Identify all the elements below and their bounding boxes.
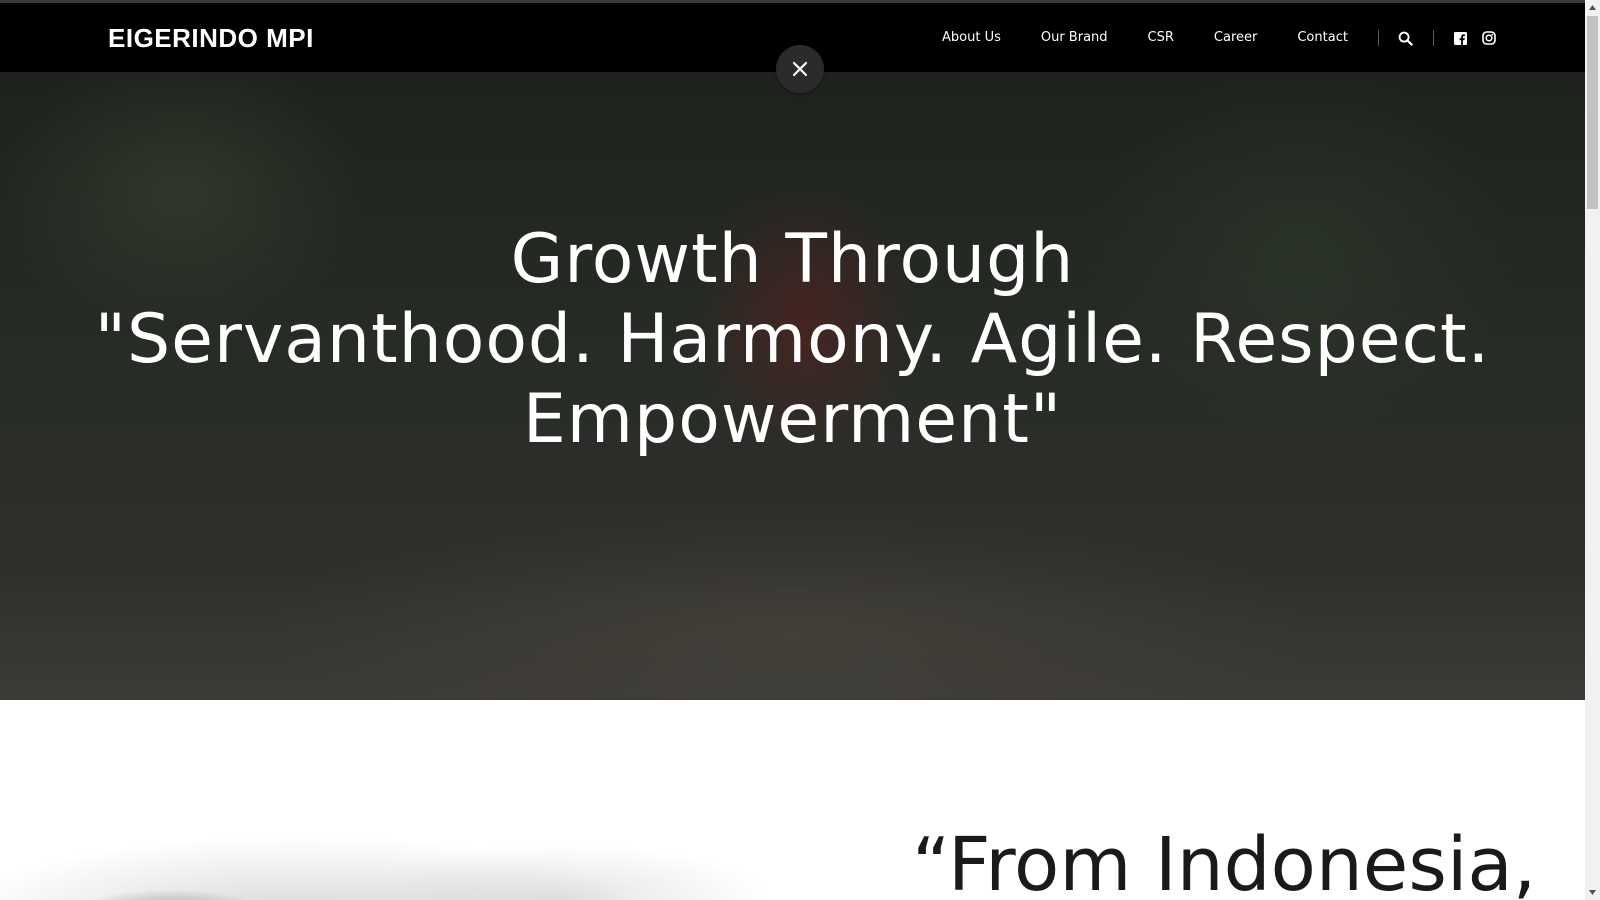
close-icon bbox=[792, 61, 808, 77]
nav-about-us[interactable]: About Us bbox=[942, 25, 1001, 51]
treeline-image bbox=[40, 870, 300, 900]
nav-our-brand[interactable]: Our Brand bbox=[1041, 25, 1108, 51]
scroll-up-arrow[interactable] bbox=[1585, 0, 1600, 15]
facebook-icon[interactable] bbox=[1452, 29, 1470, 47]
nav-divider bbox=[1377, 30, 1379, 46]
main-nav: About Us Our Brand CSR Career Contact bbox=[942, 25, 1498, 51]
section-quote: “From Indonesia, bbox=[912, 822, 1537, 900]
scroll-down-arrow[interactable] bbox=[1585, 885, 1600, 900]
nav-career[interactable]: Career bbox=[1214, 25, 1257, 51]
site-logo[interactable]: EIGERINDO MPI bbox=[108, 21, 314, 55]
hero-section: Growth Through "Servanthood. Harmony. Ag… bbox=[0, 72, 1585, 700]
close-button[interactable] bbox=[776, 45, 824, 93]
about-section: “From Indonesia, bbox=[0, 700, 1585, 900]
page: EIGERINDO MPI About Us Our Brand CSR Car… bbox=[0, 0, 1600, 900]
scrollbar-thumb[interactable] bbox=[1587, 16, 1598, 209]
search-icon[interactable] bbox=[1397, 29, 1415, 47]
top-edge bbox=[0, 0, 1585, 3]
hero-title: Growth Through "Servanthood. Harmony. Ag… bbox=[0, 220, 1585, 460]
hero-title-line-2: "Servanthood. Harmony. Agile. Respect. bbox=[94, 300, 1491, 379]
hero-title-line-1: Growth Through bbox=[510, 220, 1075, 299]
nav-contact[interactable]: Contact bbox=[1297, 25, 1348, 51]
vertical-scrollbar[interactable] bbox=[1585, 0, 1600, 900]
nav-csr[interactable]: CSR bbox=[1148, 25, 1174, 51]
nav-divider bbox=[1432, 30, 1434, 46]
hero-title-line-3: Empowerment" bbox=[522, 380, 1063, 459]
instagram-icon[interactable] bbox=[1480, 29, 1498, 47]
